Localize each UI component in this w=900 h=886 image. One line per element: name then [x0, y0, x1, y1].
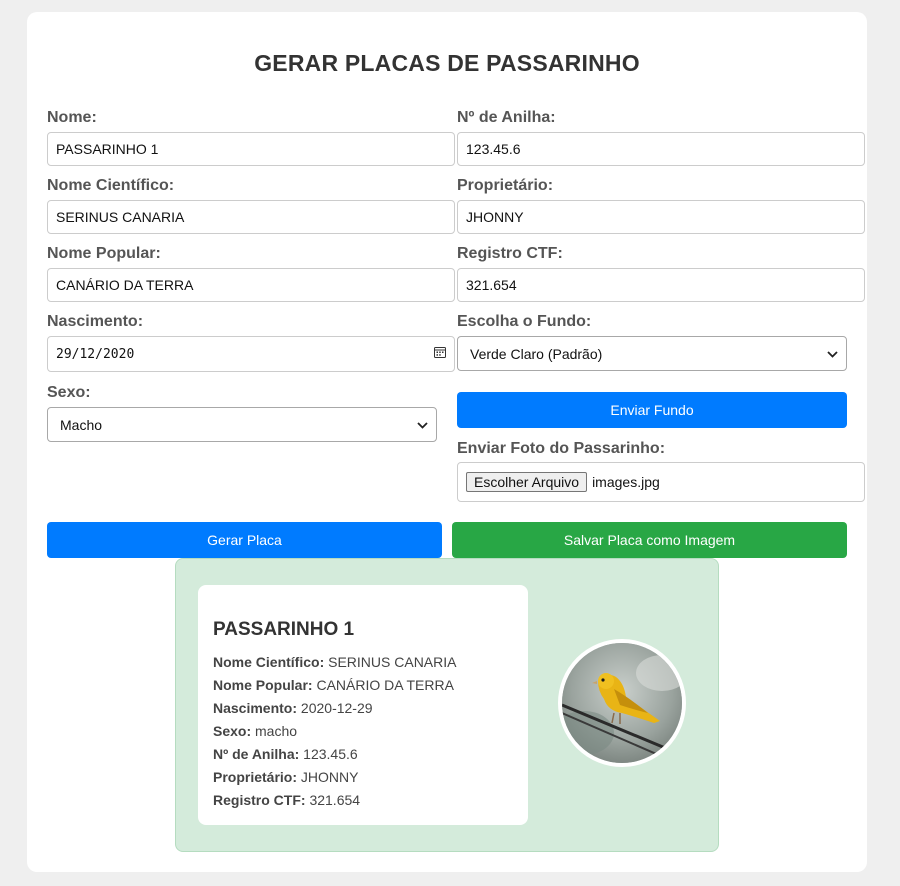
plate-row-label: Proprietário: — [213, 769, 298, 785]
cientifico-label: Nome Científico: — [47, 177, 175, 194]
salvar-placa-button[interactable]: Salvar Placa como Imagem — [452, 522, 847, 558]
bird-photo — [558, 639, 686, 767]
plate-row-nascimento: Nascimento: 2020-12-29 — [213, 697, 513, 720]
plate-row-label: Registro CTF: — [213, 792, 306, 808]
nascimento-label: Nascimento: — [47, 313, 144, 330]
plate-row-label: Nome Popular: — [213, 677, 313, 693]
plate-row-label: Nascimento: — [213, 700, 298, 716]
nascimento-date-input[interactable]: 29/12/2020 — [47, 336, 455, 372]
fundo-selected-value: Verde Claro (Padrão) — [470, 345, 603, 362]
chevron-down-icon — [417, 418, 428, 432]
proprietario-label: Proprietário: — [457, 177, 554, 194]
plate-row-label: Sexo: — [213, 723, 252, 739]
plate-row-anilha: Nº de Anilha: 123.45.6 — [213, 743, 513, 766]
plate-row-cientifico: Nome Científico: SERINUS CANARIA — [213, 651, 513, 674]
plate-bird-name: PASSARINHO 1 — [213, 619, 355, 640]
plate-row-value: 2020-12-29 — [300, 700, 373, 716]
main-card: GERAR PLACAS DE PASSARINHO Nome: PASSARI… — [27, 12, 867, 872]
sexo-label: Sexo: — [47, 384, 91, 401]
plate-row-value: CANÁRIO DA TERRA — [316, 677, 454, 693]
calendar-icon[interactable] — [434, 346, 446, 362]
plate-row-sexo: Sexo: macho — [213, 720, 513, 743]
plate-preview: PASSARINHO 1 Nome Científico: SERINUS CA… — [175, 558, 719, 852]
nome-label: Nome: — [47, 109, 97, 126]
cientifico-input[interactable]: SERINUS CANARIA — [47, 200, 455, 234]
plate-row-label: Nome Científico: — [213, 654, 325, 670]
chevron-down-icon — [827, 347, 838, 361]
popular-label: Nome Popular: — [47, 245, 161, 262]
nascimento-value: 29/12/2020 — [56, 346, 135, 362]
plate-row-value: macho — [255, 723, 298, 739]
fundo-select[interactable]: Verde Claro (Padrão) — [457, 336, 847, 371]
plate-info-card: PASSARINHO 1 Nome Científico: SERINUS CA… — [198, 585, 528, 825]
enviar-fundo-button[interactable]: Enviar Fundo — [457, 392, 847, 428]
plate-row-ctf: Registro CTF: 321.654 — [213, 789, 513, 812]
plate-row-value: 123.45.6 — [303, 746, 358, 762]
sexo-selected-value: Macho — [60, 416, 103, 433]
plate-row-value: SERINUS CANARIA — [328, 654, 457, 670]
foto-file-input[interactable]: Escolher Arquivo images.jpg — [457, 462, 865, 502]
nome-input[interactable]: PASSARINHO 1 — [47, 132, 455, 166]
popular-input[interactable]: CANÁRIO DA TERRA — [47, 268, 455, 302]
page-title: GERAR PLACAS DE PASSARINHO — [254, 50, 640, 76]
anilha-input[interactable]: 123.45.6 — [457, 132, 865, 166]
gerar-placa-button[interactable]: Gerar Placa — [47, 522, 442, 558]
plate-row-popular: Nome Popular: CANÁRIO DA TERRA — [213, 674, 513, 697]
plate-row-value: 321.654 — [309, 792, 361, 808]
plate-row-label: Nº de Anilha: — [213, 746, 300, 762]
plate-row-value: JHONNY — [300, 769, 359, 785]
sexo-select[interactable]: Macho — [47, 407, 437, 442]
file-name: images.jpg — [592, 474, 660, 490]
plate-row-proprietario: Proprietário: JHONNY — [213, 766, 513, 789]
ctf-input[interactable]: 321.654 — [457, 268, 865, 302]
anilha-label: Nº de Anilha: — [457, 109, 556, 126]
fundo-label: Escolha o Fundo: — [457, 313, 592, 330]
choose-file-button[interactable]: Escolher Arquivo — [466, 472, 588, 492]
foto-label: Enviar Foto do Passarinho: — [457, 440, 666, 457]
proprietario-input[interactable]: JHONNY — [457, 200, 865, 234]
ctf-label: Registro CTF: — [457, 245, 563, 262]
